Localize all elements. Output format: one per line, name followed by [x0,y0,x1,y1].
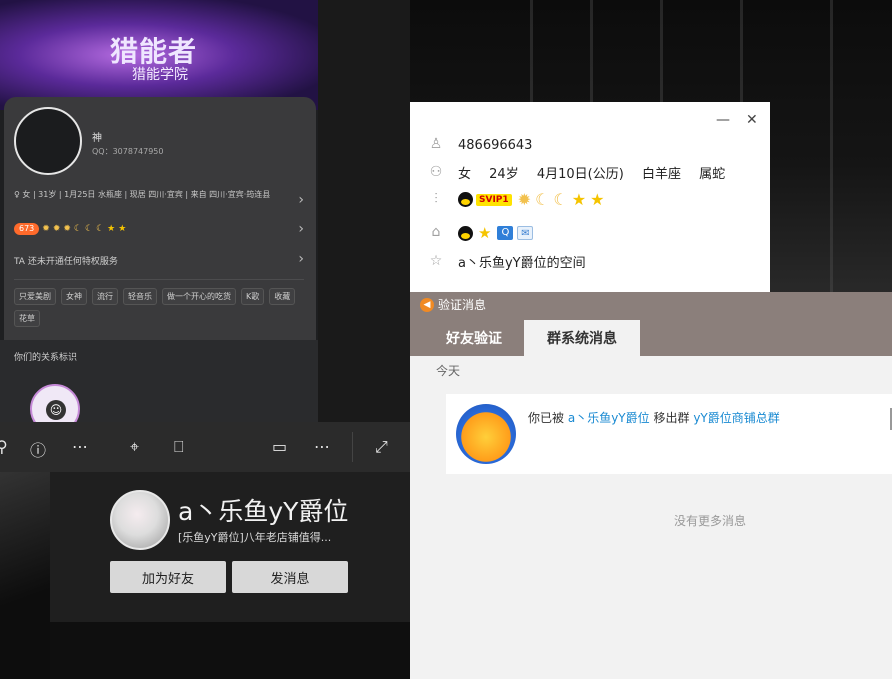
tab-friend-verify[interactable]: 好友验证 [424,320,524,356]
list-item[interactable]: 你已被 a丶乐鱼yY爵位 移出群 yY爵位商铺总群 [446,394,892,474]
avatar[interactable] [14,107,82,175]
moon-icon: ☾ [535,190,550,209]
banner-subtitle: 猎能学院 [132,67,188,83]
message-text: 你已被 a丶乐鱼yY爵位 移出群 yY爵位商铺总群 [528,411,780,425]
moon-icon: ☾ [96,224,105,234]
interest-tag[interactable]: 轻音乐 [123,288,157,305]
interest-tag[interactable]: 收藏 [269,288,296,305]
qq-vip-icon[interactable] [458,192,473,207]
mail-icon[interactable]: ✉ [517,226,534,240]
qq-icon[interactable] [458,225,473,241]
tab-group-system[interactable]: 群系统消息 [524,320,640,356]
interest-tag[interactable]: 流行 [92,288,118,305]
more2-icon[interactable]: ⋯ [314,437,330,456]
profile-card: 猎能者 猎能学院 神 QQ：3078747950 ♀ 女 | 31岁 | 1月2… [0,0,318,425]
level-row: ⫶ SVIP1 ✹ ☾ ☾ ★ ★ [426,190,604,209]
interest-tag[interactable]: 花草 [14,310,40,327]
level-row[interactable]: 673 ✹ ✹ ✹ ☾ ☾ ☾ ★ ★ [14,223,126,235]
friend-name: a丶乐鱼yY爵位 [178,497,348,526]
zoom-icon[interactable]: ⚲ [0,437,8,456]
space-row: ☆ a丶乐鱼yY爵位的空间 [426,252,586,272]
qzone-link[interactable]: a丶乐鱼yY爵位的空间 [458,252,586,271]
speaker-icon: ◀ [420,297,434,312]
more-icon[interactable]: ⋯ [72,437,88,456]
birthday: 4月10日(公历) [536,167,624,182]
home-icon: ⌂ [431,224,441,240]
close-icon[interactable]: ✕ [746,112,758,128]
image-viewer-toolbar: ⚲ ⓘ ⋯ ⌖ ⎕ ▭ ⋯ ⤢ [0,422,410,472]
penguin-outline-icon: ♙ [429,136,443,152]
date-label: 今天 [436,364,461,378]
profile-qq: QQ：3078747950 [92,147,164,156]
gender: 女 [458,167,472,182]
verify-header: ◀ 验证消息 好友验证 群系统消息 [410,292,892,356]
qzone-icon[interactable]: Q [497,226,514,240]
personal-info-row: ⚇ 女 24岁 4月10日(公历) 白羊座 属蛇 [426,163,739,183]
level-chart-icon: ⫶ [434,190,438,207]
friend-signature: [乐鱼yY爵位]八年老店铺值得... [178,531,332,544]
background-bottom [50,622,412,679]
profile-details-panel: — ✕ ♙ 486696643 ⚇ 女 24岁 4月10日(公历) 白羊座 属蛇… [410,102,770,292]
privilege-text: TA 还未开通任何特权服务 [14,257,118,267]
friend-card: a丶乐鱼yY爵位 [乐鱼yY爵位]八年老店铺值得... 加为好友 发消息 [50,472,412,622]
friend-avatar[interactable] [110,490,170,550]
svip-badge[interactable]: SVIP1 [476,193,512,206]
interest-tag[interactable]: 只爱美剧 [14,288,56,305]
group-avatar[interactable] [456,404,516,464]
minimize-icon[interactable]: — [716,112,730,128]
qq-number: 486696643 [458,137,533,153]
moon-icon: ☾ [73,224,82,234]
star-icon: ★ [107,224,116,234]
divider [14,279,304,280]
verify-window: ◀ 验证消息 好友验证 群系统消息 今天 你已被 a丶乐鱼yY爵位 移出群 yY… [410,292,892,679]
interest-tag[interactable]: K歌 [241,288,265,305]
zodiac: 白羊座 [641,167,681,182]
interest-tag[interactable]: 做一个开心的吃货 [162,288,236,305]
moon-icon: ☾ [85,224,94,234]
ocr-icon[interactable]: ⎕ [174,437,184,457]
chevron-right-icon[interactable]: › [298,221,304,237]
person-icon: ⚇ [429,163,443,180]
background-strip [0,472,50,679]
star-badge-icon[interactable]: ★ [478,224,491,242]
profile-info: ♀ 女 | 31岁 | 1月25日 水瓶座 | 现居 四川·宜宾 | 来自 四川… [14,190,271,199]
age: 24岁 [489,167,519,182]
chevron-right-icon[interactable]: › [298,251,304,267]
verify-title: ◀ 验证消息 [420,296,486,313]
sun-icon: ✹ [52,224,61,234]
level-badge: 673 [14,223,40,235]
user-link[interactable]: a丶乐鱼yY爵位 [568,411,650,425]
send-message-button[interactable]: 发消息 [232,561,348,593]
star-icon: ★ [118,224,127,234]
star-icon: ★ [590,190,605,209]
chinese-zodiac: 属蛇 [699,167,726,182]
chevron-right-icon[interactable]: › [298,192,304,208]
fit-icon[interactable]: ▭ [272,437,287,456]
no-more-messages: 没有更多消息 [673,514,746,528]
profile-name: 神 [92,133,102,144]
toolbar-separator [352,432,353,462]
sun-icon: ✹ [517,190,532,209]
star-outline-icon: ☆ [429,252,443,269]
sun-icon: ✹ [42,224,50,234]
interest-tags: 只爱美剧 女神 流行 轻音乐 做一个开心的吃货 K歌 收藏 花草 [14,288,314,327]
add-friend-button[interactable]: 加为好友 [110,561,226,593]
service-row: ⌂ ★ Q ✉ [426,224,535,242]
sun-icon: ✹ [63,224,71,234]
qq-number-row: ♙ 486696643 [426,136,533,154]
relation-title: 你们的关系标识 [14,353,78,363]
verify-title-text: 验证消息 [438,298,487,312]
group-link[interactable]: yY爵位商铺总群 [693,411,779,425]
moon-icon: ☾ [553,190,568,209]
star-icon: ★ [571,190,587,209]
scan-icon[interactable]: ⌖ [130,437,139,457]
expand-icon[interactable]: ⤢ [375,437,388,457]
profile-banner: 猎能者 猎能学院 [0,0,318,110]
interest-tag[interactable]: 女神 [61,288,87,305]
info-icon[interactable]: ⓘ [30,437,46,461]
